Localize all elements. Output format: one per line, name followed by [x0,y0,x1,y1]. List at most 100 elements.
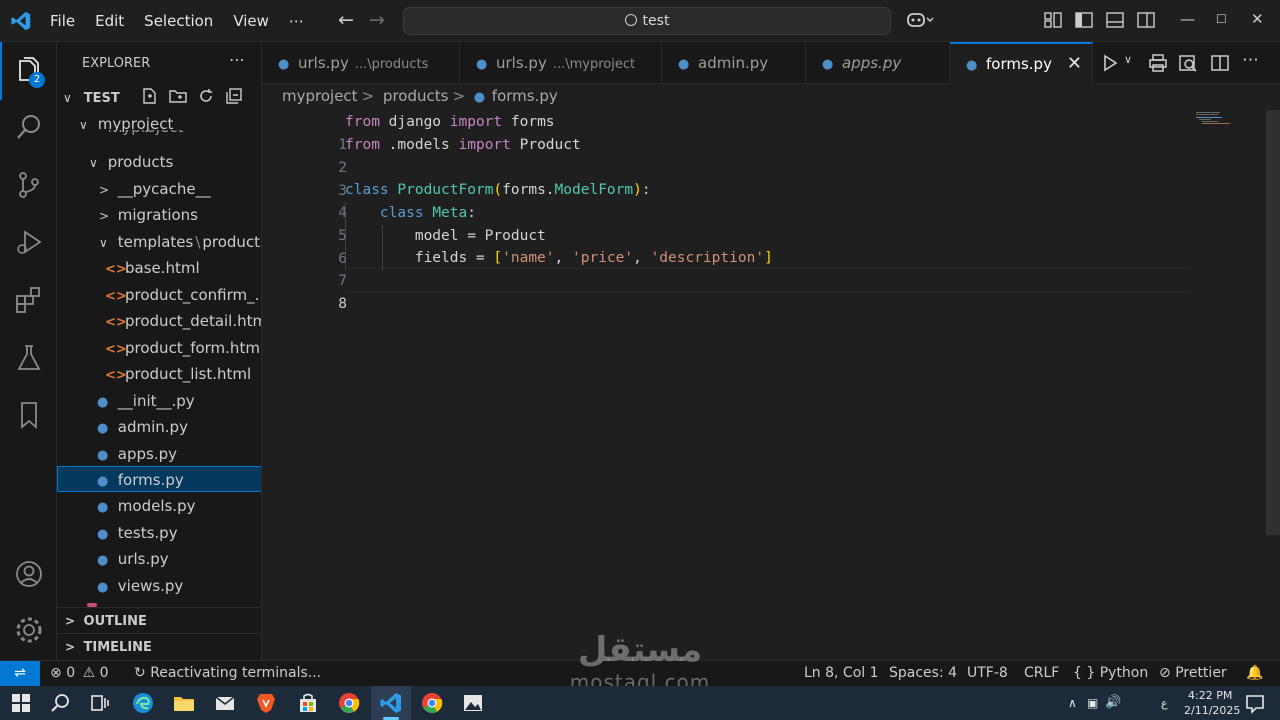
collapse-all-icon[interactable] [225,87,243,105]
tree-item-html[interactable]: <>product_confirm_... [57,282,261,308]
clock-time[interactable]: 4:22 PM [1188,689,1232,702]
refresh-icon[interactable] [197,87,215,105]
tree-item-myproject-sub[interactable]: myproject [57,130,261,140]
prettier-status[interactable]: ⊘ Prettier [1159,661,1227,686]
tab-forms-active[interactable]: ● forms.py ✕ [950,42,1093,84]
tab-admin[interactable]: ● admin.py [662,42,806,84]
tree-item-py[interactable]: ● views.py [57,573,261,599]
back-arrow-icon[interactable]: ← [338,9,354,31]
menu-edit[interactable]: Edit [85,12,134,30]
vscode-taskbar-icon[interactable] [379,691,403,715]
code-editor[interactable]: 1 from django import forms 2 from .model… [262,110,1280,660]
new-file-icon[interactable] [141,87,159,105]
toggle-panel-icon[interactable] [1106,11,1124,29]
run-python-file-icon[interactable] [1100,53,1120,73]
current-line-highlight [345,268,1191,292]
python-file-icon: ● [97,500,109,515]
notification-center-icon[interactable] [1243,691,1267,715]
taskbar-search-icon[interactable] [48,691,72,715]
bookmark-icon[interactable] [14,400,44,430]
mail-icon[interactable] [213,691,237,715]
editor-scrollbar[interactable] [1266,110,1280,535]
tree-item-html[interactable]: <>product_detail.html [57,308,261,334]
edge-browser-icon[interactable] [131,691,155,715]
tree-item-py[interactable]: ● apps.py [57,441,261,467]
brave-browser-icon[interactable] [254,691,278,715]
menu-file[interactable]: File [40,12,85,30]
customize-layout-icon[interactable] [1044,11,1062,29]
print-icon[interactable] [1148,53,1168,73]
minimize-button[interactable]: — [1180,10,1195,28]
tree-item-pycache[interactable]: > __pycache__ [57,176,261,202]
command-center-search[interactable]: test [403,7,891,35]
tab-urls-products[interactable]: ● urls.py ...\products [262,42,460,84]
eol-status[interactable]: CRLF [1024,661,1059,686]
close-tab-icon[interactable]: ✕ [1067,44,1082,84]
settings-gear-icon[interactable] [14,615,44,645]
editor-more-actions[interactable]: ⋯ [1242,50,1259,70]
accounts-icon[interactable] [14,559,44,589]
outline-section-header[interactable]: > OUTLINE [57,607,261,633]
html-file-icon: <> [105,262,127,277]
problems-status[interactable]: ⊗ 0 ⚠ 0 [50,661,109,686]
run-debug-icon[interactable] [14,227,44,257]
tree-item-migrations[interactable]: > migrations [57,202,261,228]
explorer-more-actions[interactable]: ⋯ [229,50,245,69]
terminal-status[interactable]: ↻ Reactivating terminals... [134,661,321,686]
tree-item-html[interactable]: <>base.html [57,255,261,281]
input-language[interactable]: ع [1161,697,1168,710]
search-activity-icon[interactable] [14,112,44,142]
chrome-profile-icon[interactable] [420,691,444,715]
maximize-button[interactable]: ☐ [1216,12,1227,26]
open-preview-icon[interactable] [1178,53,1198,73]
tree-item-py[interactable]: ● models.py [57,493,261,519]
file-explorer-icon[interactable] [172,691,196,715]
forward-arrow-icon[interactable]: → [369,9,385,31]
copilot-icon[interactable] [906,11,934,29]
clock-date[interactable]: 2/11/2025 [1184,704,1240,717]
menu-selection[interactable]: Selection [134,12,223,30]
close-window-button[interactable]: ✕ [1251,10,1264,28]
remote-indicator[interactable]: ⇌ [0,661,40,687]
tree-item-html[interactable]: <>product_list.html [57,361,261,387]
split-editor-icon[interactable] [1210,53,1230,73]
minimap[interactable] [1196,112,1230,124]
tab-apps[interactable]: ● apps.py [806,42,950,84]
indentation-status[interactable]: Spaces: 4 [889,661,957,686]
new-folder-icon[interactable] [168,87,188,105]
tree-item-py[interactable]: ● tests.py [57,520,261,546]
microsoft-store-icon[interactable] [296,691,320,715]
run-dropdown-chevron-icon[interactable]: ∨ [1124,53,1132,66]
volume-icon[interactable]: 🔊 [1105,695,1121,710]
windows-start-icon[interactable] [9,691,33,715]
tree-item-html[interactable]: <>product_form.html [57,335,261,361]
chrome-browser-icon[interactable] [337,691,361,715]
tree-item-products[interactable]: ∨ products [57,149,261,175]
network-icon[interactable]: ▣ [1087,696,1098,710]
tree-item-py[interactable]: ● admin.py [57,414,261,440]
breadcrumb-item[interactable]: forms.py [492,87,558,105]
tab-urls-myproject[interactable]: ● urls.py ...\myproject [460,42,662,84]
timeline-section-header[interactable]: > TIMELINE [57,633,261,659]
tree-item-py[interactable]: ● urls.py [57,546,261,572]
breadcrumb-item[interactable]: products [383,87,449,105]
toggle-secondary-sidebar-icon[interactable] [1137,11,1155,29]
menu-view[interactable]: View [223,12,279,30]
testing-flask-icon[interactable] [14,343,44,373]
menu-more[interactable]: ⋯ [279,12,314,30]
language-mode[interactable]: { } Python [1073,661,1148,686]
task-view-icon[interactable] [88,691,112,715]
tray-overflow-chevron-icon[interactable]: ∧ [1068,696,1077,710]
photos-icon[interactable] [461,691,485,715]
toggle-primary-sidebar-icon[interactable] [1075,11,1093,29]
tree-item-py-selected[interactable]: ● forms.py [57,466,261,492]
source-control-icon[interactable] [14,170,44,200]
html-file-icon: <> [105,368,127,383]
tree-item-templates[interactable]: ∨ templates \ products [57,229,261,255]
notifications-bell-icon[interactable]: 🔔 [1246,661,1263,686]
cursor-position[interactable]: Ln 8, Col 1 [804,661,879,686]
tree-item-py[interactable]: ● __init__.py [57,388,261,414]
encoding-status[interactable]: UTF-8 [967,661,1008,686]
breadcrumb-item[interactable]: myproject [282,87,358,105]
extensions-icon[interactable] [14,285,44,315]
